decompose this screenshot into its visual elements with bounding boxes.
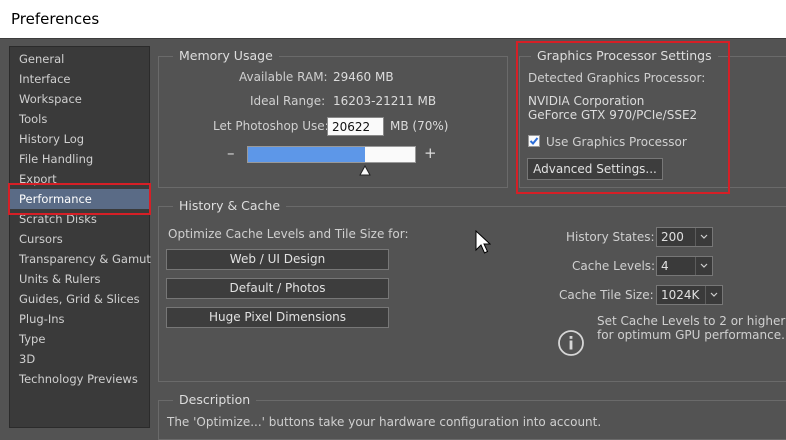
sidebar-item-file-handling[interactable]: File Handling xyxy=(10,149,149,169)
sidebar-item-plug-ins[interactable]: Plug-Ins xyxy=(10,309,149,329)
cache-levels-label: Cache Levels: xyxy=(572,259,656,273)
gpu-model: GeForce GTX 970/PCIe/SSE2 xyxy=(528,108,698,122)
history-states-value: 200 xyxy=(661,230,684,244)
checkmark-icon xyxy=(529,137,539,145)
ideal-range-value: 16203-21211 MB xyxy=(333,94,437,108)
memory-amount-input[interactable]: 20622 xyxy=(327,117,384,136)
sidebar-item-interface[interactable]: Interface xyxy=(10,69,149,89)
sidebar-item-tools[interactable]: Tools xyxy=(10,109,149,129)
memory-slider-fill xyxy=(248,147,365,162)
performance-highlight-box xyxy=(8,183,151,215)
sidebar-item-transparency-gamut[interactable]: Transparency & Gamut xyxy=(10,249,151,269)
use-gpu-checkbox[interactable] xyxy=(528,135,540,147)
sidebar-item-units-rulers[interactable]: Units & Rulers xyxy=(10,269,149,289)
sidebar-item-history-log[interactable]: History Log xyxy=(10,129,149,149)
history-states-label: History States: xyxy=(566,230,655,244)
sidebar-item-3d[interactable]: 3D xyxy=(10,349,149,369)
memory-decrease-button[interactable]: – xyxy=(227,144,235,162)
memory-increase-button[interactable]: + xyxy=(424,144,437,162)
sidebar-item-workspace[interactable]: Workspace xyxy=(10,89,149,109)
cache-tile-size-value: 1024K xyxy=(661,288,700,302)
cache-levels-value: 4 xyxy=(661,259,669,273)
sidebar-item-general[interactable]: General xyxy=(10,49,149,69)
memory-usage-title: Memory Usage xyxy=(173,48,279,63)
chevron-down-icon xyxy=(695,228,712,246)
history-cache-title: History & Cache xyxy=(173,198,287,213)
memory-slider-thumb[interactable] xyxy=(359,165,371,177)
gpu-cache-hint-line2: for optimum GPU performance. xyxy=(597,328,785,342)
description-title: Description xyxy=(173,392,257,407)
preferences-sidebar: General Interface Workspace Tools Histor… xyxy=(9,46,151,428)
web-ui-design-button[interactable]: Web / UI Design xyxy=(166,249,389,270)
huge-pixel-dimensions-button[interactable]: Huge Pixel Dimensions xyxy=(166,307,389,328)
gpu-cache-hint-line1: Set Cache Levels to 2 or higher xyxy=(597,314,786,328)
sidebar-item-type[interactable]: Type xyxy=(10,329,149,349)
cache-levels-select[interactable]: 4 xyxy=(656,256,713,276)
window-title: Preferences xyxy=(11,10,100,28)
advanced-settings-button[interactable]: Advanced Settings... xyxy=(527,158,663,180)
sidebar-item-cursors[interactable]: Cursors xyxy=(10,229,149,249)
gpu-vendor: NVIDIA Corporation xyxy=(528,94,645,108)
default-photos-button[interactable]: Default / Photos xyxy=(166,278,389,299)
detected-gpu-label: Detected Graphics Processor: xyxy=(528,71,706,85)
mouse-cursor-icon xyxy=(475,230,491,254)
sidebar-item-guides-grid-slices[interactable]: Guides, Grid & Slices xyxy=(10,289,149,309)
window-title-bar: Preferences xyxy=(0,0,786,39)
chevron-down-icon xyxy=(705,286,722,304)
info-icon xyxy=(558,330,584,356)
optimize-label: Optimize Cache Levels and Tile Size for: xyxy=(168,227,409,241)
memory-percent-suffix: MB (70%) xyxy=(390,119,449,133)
cache-tile-size-label: Cache Tile Size: xyxy=(559,288,654,302)
ideal-range-label: Ideal Range: xyxy=(250,94,326,108)
let-photoshop-use-label: Let Photoshop Use: xyxy=(213,119,329,133)
chevron-down-icon xyxy=(695,257,712,275)
use-gpu-label[interactable]: Use Graphics Processor xyxy=(546,135,687,149)
memory-slider-track[interactable] xyxy=(247,146,416,163)
sidebar-item-technology-previews[interactable]: Technology Previews xyxy=(10,369,149,389)
history-states-select[interactable]: 200 xyxy=(656,227,713,247)
cache-tile-size-select[interactable]: 1024K xyxy=(656,285,723,305)
available-ram-label: Available RAM: xyxy=(239,70,328,84)
description-text: The 'Optimize...' buttons take your hard… xyxy=(167,415,602,429)
available-ram-value: 29460 MB xyxy=(333,70,394,84)
